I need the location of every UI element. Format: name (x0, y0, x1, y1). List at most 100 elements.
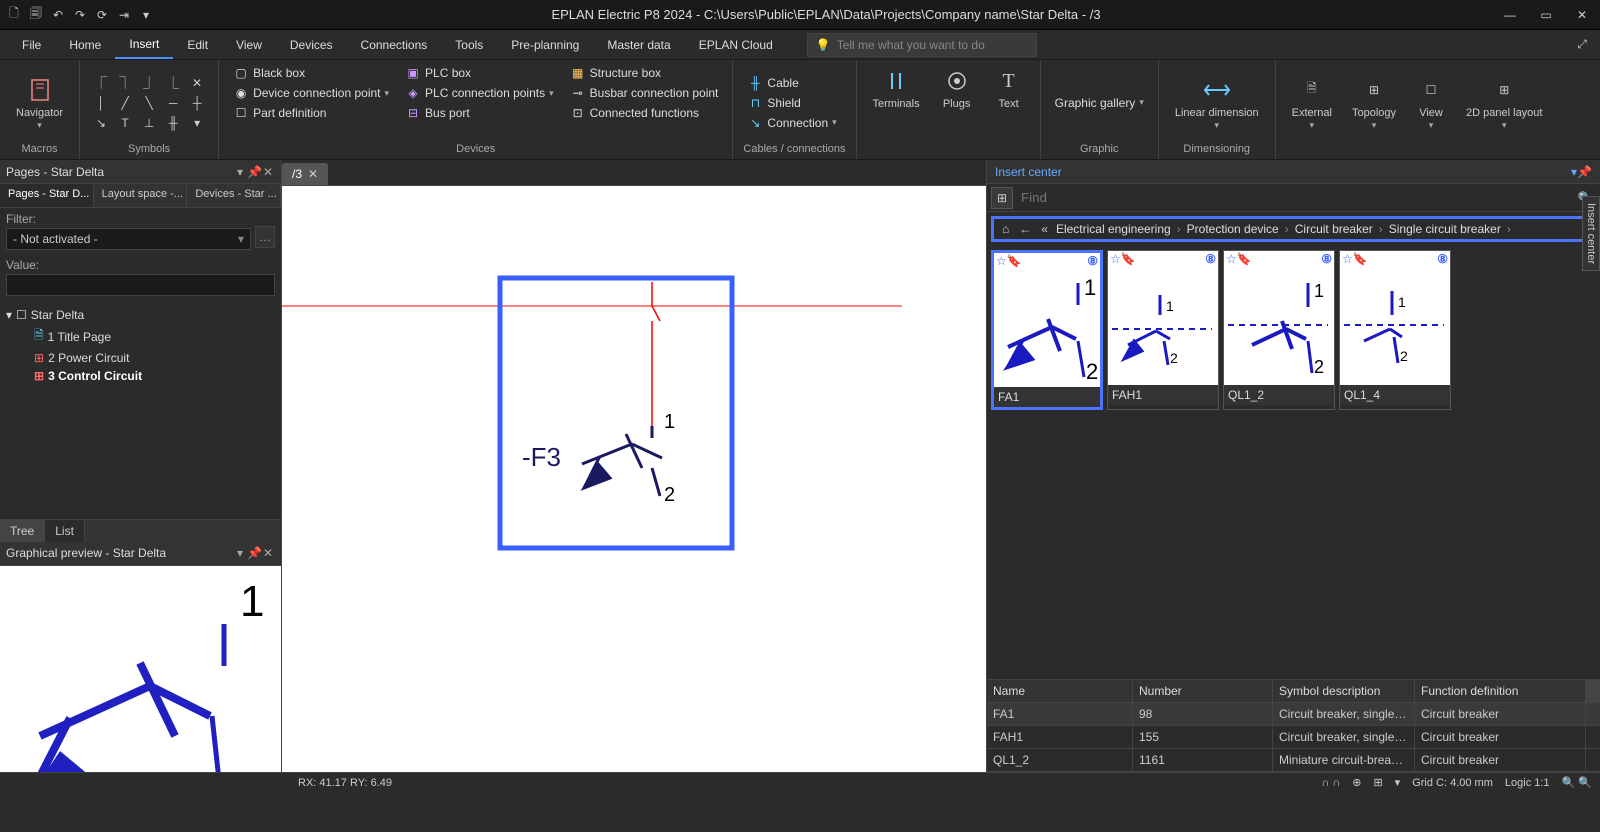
plugs-button[interactable]: Plugs (936, 64, 978, 112)
close-button[interactable]: ✕ (1568, 5, 1596, 25)
blackbox-button[interactable]: ▢Black box (229, 64, 393, 82)
partdef-button[interactable]: ☐Part definition (229, 104, 393, 122)
text-button[interactable]: TText (988, 64, 1030, 112)
topology-button[interactable]: ⊞Topology▾ (1346, 73, 1402, 133)
menu-insert[interactable]: Insert (115, 31, 173, 59)
qat-new[interactable]: 🗋 (4, 5, 24, 25)
qat-forward[interactable]: ⇥ (114, 5, 134, 25)
menu-view[interactable]: View (222, 32, 276, 58)
panel-dropdown-icon[interactable]: ▾ (233, 165, 247, 179)
connfunc-button[interactable]: ⊡Connected functions (566, 104, 723, 122)
symbol-card-fah1[interactable]: ☆🔖⑧ 12 FAH1 (1107, 250, 1219, 410)
symbol-card-fa1[interactable]: ☆🔖⑧ 12 FA1 (991, 250, 1103, 410)
svg-text:1: 1 (1314, 281, 1324, 301)
cable-button[interactable]: ╫Cable (743, 74, 840, 92)
filter-label: Filter: (6, 212, 275, 226)
col-func[interactable]: Function definition (1415, 680, 1586, 702)
navigator-button[interactable]: Navigator▾ (10, 73, 69, 133)
col-desc[interactable]: Symbol description (1273, 680, 1415, 702)
status-target-icon[interactable]: ⊕ (1352, 776, 1361, 789)
panel-pin-icon[interactable]: 📌 (247, 165, 261, 179)
tab-devices[interactable]: Devices - Star ... (187, 184, 281, 207)
breadcrumb-home-icon[interactable]: ⌂ (1000, 222, 1011, 236)
tree-item-3[interactable]: ⊞3 Control Circuit (34, 367, 275, 385)
terminals-button[interactable]: Terminals (867, 64, 926, 112)
symbol-card-ql12[interactable]: ☆🔖⑧ 12 QL1_2 (1223, 250, 1335, 410)
tree-root[interactable]: ▾☐Star Delta (6, 306, 275, 324)
tab-layout[interactable]: Layout space -... (94, 184, 188, 207)
qat-dropdown[interactable]: ▾ (136, 5, 156, 25)
menu-eplancloud[interactable]: EPLAN Cloud (685, 32, 787, 58)
preview-dropdown-icon[interactable]: ▾ (233, 546, 247, 560)
symbol-card-ql14[interactable]: ☆🔖⑧ 12 QL1_4 (1339, 250, 1451, 410)
panel-close-icon[interactable]: ✕ (261, 165, 275, 179)
qat-refresh[interactable]: ⟳ (92, 5, 112, 25)
menu-home[interactable]: Home (55, 32, 115, 58)
doc-tab-close-icon[interactable]: ✕ (308, 167, 318, 181)
tellme-search[interactable]: 💡 Tell me what you want to do (807, 33, 1037, 57)
col-number[interactable]: Number (1133, 680, 1273, 702)
view-button[interactable]: ☐View▾ (1410, 73, 1452, 133)
graphic-group-label: Graphic (1051, 141, 1148, 157)
ribbon: Navigator▾ Macros ⎾⏋⏌⎿✕ │╱╲─┼ ↘T⊥╫▾ Symb… (0, 60, 1600, 160)
filter-select[interactable]: - Not activated -▾ (6, 228, 251, 250)
maximize-button[interactable]: ▭ (1532, 5, 1560, 25)
shield-button[interactable]: ⊓Shield (743, 94, 840, 112)
breadcrumb-collapse-icon[interactable]: « (1039, 222, 1050, 236)
status-grid-dropdown[interactable]: ▾ (1395, 776, 1401, 789)
ribbon-collapse-icon[interactable]: ⤢ (1572, 37, 1592, 52)
insert-center-side-tab[interactable]: Insert center (1582, 196, 1600, 271)
table-row[interactable]: FAH1 155 Circuit breaker, single-p... Ci… (987, 726, 1600, 749)
graphic-gallery-button[interactable]: Graphic gallery ▾ (1051, 95, 1148, 111)
find-input[interactable] (1017, 186, 1570, 209)
symbols-gallery[interactable]: ⎾⏋⏌⎿✕ │╱╲─┼ ↘T⊥╫▾ (90, 74, 208, 132)
panel2d-button[interactable]: ⊞2D panel layout▾ (1460, 73, 1548, 133)
menu-masterdata[interactable]: Master data (593, 32, 684, 58)
preview-panel-header: Graphical preview - Star Delta ▾ 📌 ✕ (0, 542, 281, 566)
tab-pages[interactable]: Pages - Star D... (0, 184, 94, 207)
busport-button[interactable]: ⊟Bus port (401, 104, 558, 122)
tree-item-2[interactable]: ⊞2 Power Circuit (34, 349, 275, 367)
pages-tree[interactable]: ▾☐Star Delta 🗎1 Title Page ⊞2 Power Circ… (0, 300, 281, 519)
devconn-button[interactable]: ◉Device connection point▾ (229, 84, 393, 102)
list-tab[interactable]: List (45, 520, 85, 542)
find-mode-icon[interactable]: ⊞ (991, 187, 1013, 209)
status-snap-icon[interactable]: ∩ ∩ (1321, 777, 1340, 789)
plcbox-button[interactable]: ▣PLC box (401, 64, 558, 82)
linear-dimension-button[interactable]: Linear dimension▾ (1169, 73, 1265, 133)
value-input[interactable] (6, 274, 275, 296)
insert-pin-icon[interactable]: 📌 (1577, 165, 1592, 179)
busbar-button[interactable]: ⊸Busbar connection point (566, 84, 723, 102)
menu-connections[interactable]: Connections (347, 32, 442, 58)
minimize-button[interactable]: — (1496, 5, 1524, 25)
status-grid-icon[interactable]: ⊞ (1373, 776, 1382, 789)
table-scrollbar[interactable] (1586, 680, 1600, 702)
table-row[interactable]: QL1_2 1161 Miniature circuit-breake... C… (987, 749, 1600, 772)
breadcrumb-back-icon[interactable]: ← (1017, 222, 1033, 236)
doc-tab[interactable]: /3 ✕ (282, 163, 328, 185)
qat-undo[interactable]: ↶ (48, 5, 68, 25)
col-name[interactable]: Name (987, 680, 1133, 702)
menu-preplanning[interactable]: Pre-planning (497, 32, 593, 58)
status-zoom-icon[interactable]: 🔍 🔍 (1562, 776, 1592, 789)
status-grid: Grid C: 4.00 mm (1412, 777, 1493, 789)
menu-edit[interactable]: Edit (173, 32, 222, 58)
structurebox-button[interactable]: ▦Structure box (566, 64, 723, 82)
drawing-canvas[interactable]: -F3 1 2 (282, 186, 986, 772)
preview-pin-icon[interactable]: 📌 (247, 546, 261, 560)
preview-close-icon[interactable]: ✕ (261, 546, 275, 560)
tree-tab[interactable]: Tree (0, 520, 45, 542)
connection-button[interactable]: ↘Connection▾ (743, 114, 840, 132)
plcconn-button[interactable]: ◈PLC connection points▾ (401, 84, 558, 102)
qat-redo[interactable]: ↷ (70, 5, 90, 25)
filter-more-button[interactable]: … (255, 226, 275, 248)
menu-tools[interactable]: Tools (441, 32, 497, 58)
menu-devices[interactable]: Devices (276, 32, 347, 58)
qat-open[interactable]: 🗐 (26, 5, 46, 25)
table-row[interactable]: FA1 98 Circuit breaker, single-p... Circ… (987, 703, 1600, 726)
tree-item-1[interactable]: 🗎1 Title Page (34, 324, 275, 349)
symbols-group-label: Symbols (90, 141, 208, 157)
menu-file[interactable]: File (8, 32, 55, 58)
insert-table: Name Number Symbol description Function … (987, 679, 1600, 772)
external-button[interactable]: 🗎External▾ (1286, 73, 1338, 133)
